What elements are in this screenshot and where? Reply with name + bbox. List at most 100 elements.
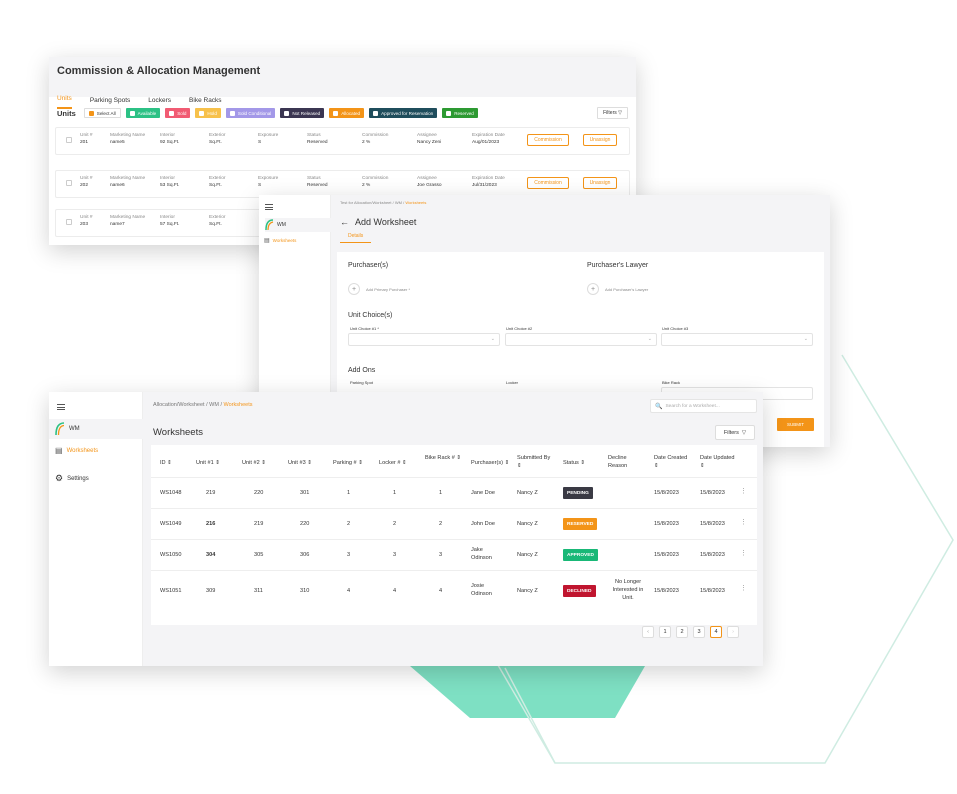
commission-button[interactable]: Commission: [527, 134, 569, 146]
column-header-purchasers[interactable]: Purchaser(s) ⇕: [471, 459, 509, 467]
add-lawyer-button[interactable]: + Add Purchaser's Lawyer: [587, 283, 648, 295]
cell-unit-2: 219: [254, 521, 264, 527]
unit-choice-3-select[interactable]: ⌄: [661, 333, 813, 346]
menu-icon[interactable]: [57, 404, 65, 410]
unit-row[interactable]: Unit #202 Marketing Name name6 Interior 53…: [55, 170, 630, 198]
next-page-button[interactable]: ›: [727, 626, 739, 638]
checkbox-icon: [446, 110, 452, 116]
status-chip-reserved[interactable]: Reserved: [442, 108, 478, 118]
more-options-icon[interactable]: ⋮: [740, 549, 747, 557]
checkbox-icon: [229, 110, 235, 116]
cell-date-updated: 15/8/2023: [700, 521, 725, 527]
prev-page-button[interactable]: ‹: [642, 626, 654, 638]
project-selector[interactable]: WM: [265, 218, 331, 232]
column-header-date-created[interactable]: Date Created ⇕: [654, 454, 690, 470]
column-header-id[interactable]: ID ⇕: [160, 459, 172, 467]
cell-bike-rack: 4: [439, 588, 443, 594]
more-options-icon[interactable]: ⋮: [740, 518, 747, 526]
add-primary-purchaser-button[interactable]: + Add Primary Purchaser *: [348, 283, 410, 295]
marketing-name: Marketing Name name7: [110, 215, 146, 227]
cell-parking: 4: [347, 588, 351, 594]
cell-date-updated: 15/8/2023: [700, 490, 725, 496]
cell-submitted-by: Nancy Z: [517, 552, 538, 558]
chevron-down-icon: ⌄: [647, 336, 652, 342]
more-options-icon[interactable]: ⋮: [740, 487, 747, 495]
breadcrumb-item[interactable]: WM: [395, 200, 402, 205]
page-3-button[interactable]: 3: [693, 626, 705, 638]
cell-purchaser: John Doe: [471, 521, 495, 527]
unit-row[interactable]: Unit #201 Marketing Name name5 Interior 92…: [55, 127, 630, 155]
status-chip-sold-conditional[interactable]: Sold Conditional: [225, 108, 276, 118]
filters-button[interactable]: Filters ▽: [597, 107, 628, 119]
purchasers-heading: Purchaser(s): [348, 262, 389, 269]
sidebar-item-settings[interactable]: ⚙ Settings: [55, 473, 89, 484]
column-header-unit-1[interactable]: Unit #1 ⇕: [196, 459, 220, 467]
tab-units[interactable]: Units: [57, 95, 72, 109]
cell-unit-1: 309: [206, 588, 216, 594]
sidebar-item-worksheets[interactable]: ▤ Worksheets: [55, 446, 98, 455]
column-header-locker[interactable]: Locker # ⇕: [379, 459, 407, 467]
filters-button[interactable]: Filters ▽: [715, 425, 755, 440]
cell-parking: 2: [347, 521, 351, 527]
exposure: Exposure S: [258, 176, 279, 188]
gear-icon: ⚙: [55, 473, 64, 483]
status-badge: PENDING: [563, 487, 593, 499]
column-header-unit-2[interactable]: Unit #2 ⇕: [242, 459, 266, 467]
locker-label: Locker: [506, 380, 519, 385]
more-options-icon[interactable]: ⋮: [740, 584, 747, 592]
expiration-date: Expiration Date Jul/31/2023: [472, 176, 505, 188]
status-chip-available[interactable]: Available: [125, 108, 161, 118]
status-chip-allocated[interactable]: Allocated: [329, 108, 365, 118]
column-header-submitted-by[interactable]: Submitted By ⇕: [517, 454, 553, 470]
page-title: Commission & Allocation Management: [57, 65, 261, 77]
project-selector[interactable]: WM: [49, 419, 143, 439]
sidebar-item-worksheets[interactable]: ▤ Worksheets: [264, 237, 296, 244]
status-badge: RESERVED: [563, 518, 598, 530]
back-arrow-icon[interactable]: ←: [340, 217, 349, 227]
cell-date-created: 15/8/2023: [654, 588, 679, 594]
unit-choice-3-label: Unit Choice #3: [662, 326, 689, 331]
status-chip-not-released[interactable]: Not Released: [280, 108, 325, 118]
unassign-button[interactable]: Unassign: [583, 134, 617, 146]
column-header-bike-rack[interactable]: Bike Rack # ⇕: [425, 454, 463, 462]
unit-number: Unit #201: [80, 133, 93, 145]
column-header-unit-3[interactable]: Unit #3 ⇕: [288, 459, 312, 467]
page-4-button[interactable]: 4: [710, 626, 722, 638]
breadcrumb-item[interactable]: WM: [209, 402, 219, 408]
column-header-date-updated[interactable]: Date Updated ⇕: [700, 454, 736, 470]
status-chip-approved-for-reservation[interactable]: Approved for Reservation: [369, 108, 438, 118]
status-filter-bar: Units Select All Available Sold Hold Sol…: [49, 103, 636, 123]
unassign-button[interactable]: Unassign: [583, 177, 617, 189]
row-checkbox[interactable]: [66, 180, 72, 186]
interior: Interior 53 Sq.Ft.: [160, 176, 180, 188]
unit-choice-1-select[interactable]: ⌄: [348, 333, 500, 346]
chevron-down-icon: ⌄: [803, 336, 808, 342]
cell-date-updated: 15/8/2023: [700, 552, 725, 558]
tab-details[interactable]: Details: [340, 233, 372, 243]
unit-choice-2-select[interactable]: ⌄: [505, 333, 657, 346]
breadcrumb-item[interactable]: Test for Allocation/Worksheet: [340, 200, 392, 205]
page-1-button[interactable]: 1: [659, 626, 671, 638]
unit-choice-2-label: Unit Choice #2: [506, 326, 533, 331]
select-all-checkbox[interactable]: Select All: [83, 108, 121, 118]
cell-locker: 2: [393, 521, 397, 527]
breadcrumb-item[interactable]: Allocation/Worksheet: [153, 402, 205, 408]
row-checkbox[interactable]: [66, 137, 72, 143]
cell-date-created: 15/8/2023: [654, 490, 679, 496]
page-2-button[interactable]: 2: [676, 626, 688, 638]
status-chip-sold[interactable]: Sold: [165, 108, 191, 118]
menu-icon[interactable]: [265, 204, 273, 210]
column-header-status[interactable]: Status ⇕: [563, 459, 585, 467]
page-title: Add Worksheet: [355, 217, 417, 227]
column-header-parking[interactable]: Parking # ⇕: [333, 459, 363, 467]
submit-button[interactable]: SUBMIT: [777, 418, 814, 431]
search-input[interactable]: 🔍 Search for a Worksheet...: [650, 399, 757, 413]
column-header-decline-reason[interactable]: Decline Reason: [608, 454, 638, 470]
commission-button[interactable]: Commission: [527, 177, 569, 189]
breadcrumb-item: Worksheets: [223, 402, 253, 408]
row-checkbox[interactable]: [66, 219, 72, 225]
bike-rack-label: Bike Rack: [662, 380, 681, 385]
cell-parking: 3: [347, 552, 351, 558]
cell-bike-rack: 1: [439, 490, 443, 496]
status-chip-hold[interactable]: Hold: [195, 108, 221, 118]
